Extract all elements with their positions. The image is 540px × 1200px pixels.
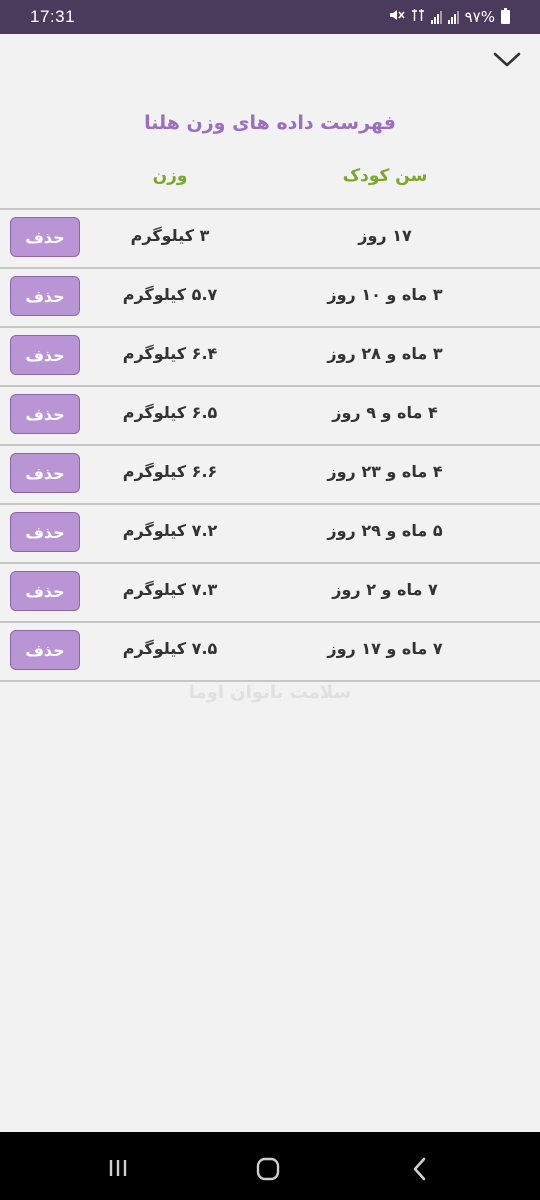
delete-button[interactable]: حذف [10,335,80,375]
row-age: ۷ ماه و ۲ روز [332,580,438,599]
chevron-down-icon[interactable] [490,46,524,74]
row-weight: ۷.۲ کیلوگرم [122,521,218,540]
row-weight: ۳ کیلوگرم [130,226,210,245]
table-row: ۴ ماه و ۹ روز ۶.۵ کیلوگرم حذف [0,385,540,444]
signal-icon [447,10,459,24]
row-age: ۴ ماه و ۹ روز [332,403,438,422]
battery-icon [501,8,510,24]
row-age: ۴ ماه و ۲۳ روز [327,462,443,481]
home-icon[interactable] [256,1157,280,1181]
status-time: 17:31 [30,7,76,26]
delete-button[interactable]: حذف [10,217,80,257]
delete-button[interactable]: حذف [10,453,80,493]
table-row: ۳ ماه و ۱۰ روز ۵.۷ کیلوگرم حذف [0,267,540,326]
row-weight: ۷.۵ کیلوگرم [122,639,218,658]
status-bar: 17:31 ۹۷% [0,0,540,34]
table-row: ۵ ماه و ۲۹ روز ۷.۲ کیلوگرم حذف [0,503,540,562]
row-age: ۷ ماه و ۱۷ روز [327,639,443,658]
status-icons: ۹۷% [389,8,510,26]
row-age: ۳ ماه و ۱۰ روز [327,285,443,304]
table-row: ۴ ماه و ۲۳ روز ۶.۶ کیلوگرم حذف [0,444,540,503]
delete-button[interactable]: حذف [10,512,80,552]
delete-button[interactable]: حذف [10,571,80,611]
row-weight: ۵.۷ کیلوگرم [122,285,218,304]
row-weight: ۶.۶ کیلوگرم [122,462,218,481]
watermark: سلامت بانوان اوما [188,682,352,703]
table-row: ۳ ماه و ۲۸ روز ۶.۴ کیلوگرم حذف [0,326,540,385]
weight-table: ۱۷ روز ۳ کیلوگرم حذف ۳ ماه و ۱۰ روز ۵.۷ کیلو… [0,208,540,682]
table-row: ۱۷ روز ۳ کیلوگرم حذف [0,208,540,267]
column-header-age: سن کودک [342,166,428,186]
row-age: ۳ ماه و ۲۸ روز [327,344,443,363]
page-title: فهرست داده های وزن هلنا [144,112,396,134]
delete-button[interactable]: حذف [10,630,80,670]
mute-icon [389,8,405,26]
recents-icon[interactable] [108,1159,128,1177]
delete-button[interactable]: حذف [10,394,80,434]
column-header-weight: وزن [152,166,188,186]
back-icon[interactable] [410,1156,430,1182]
table-row: ۷ ماه و ۱۷ روز ۷.۵ کیلوگرم حذف [0,621,540,682]
row-weight: ۶.۴ کیلوگرم [122,344,218,363]
table-row: ۷ ماه و ۲ روز ۷.۳ کیلوگرم حذف [0,562,540,621]
row-age: ۵ ماه و ۲۹ روز [327,521,443,540]
row-age: ۱۷ روز [358,226,412,245]
signal-icon [430,10,442,24]
row-weight: ۶.۵ کیلوگرم [122,403,218,422]
row-weight: ۷.۳ کیلوگرم [122,580,218,599]
delete-button[interactable]: حذف [10,276,80,316]
data-icon [411,8,425,26]
battery-percent: ۹۷% [464,8,495,26]
nav-bar [0,1132,540,1200]
